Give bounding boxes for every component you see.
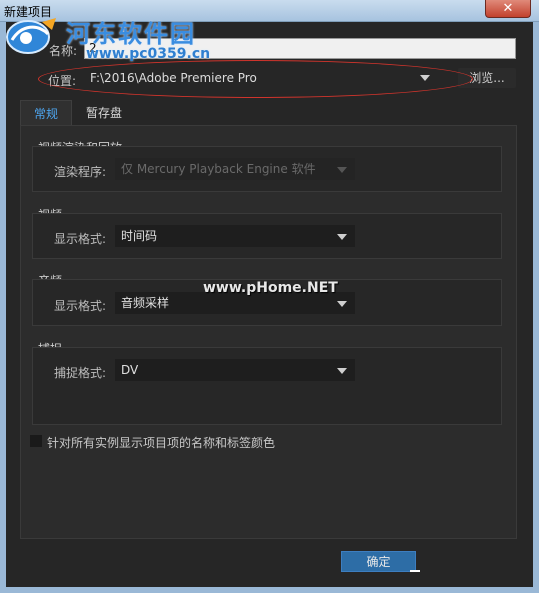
tab-general[interactable]: 常规 [20, 100, 72, 126]
watermark-site-name: 河东软件园 [66, 19, 196, 48]
renderer-value: 仅 Mercury Playback Engine 软件 [121, 162, 316, 176]
watermark-phome: www.pHome.NET [203, 280, 338, 296]
video-display-format-label: 显示格式: [54, 232, 107, 246]
video-display-format-select[interactable]: 时间码 [115, 225, 355, 247]
annotation-ellipse [38, 60, 473, 98]
text-cursor [410, 570, 420, 572]
capture-format-select[interactable]: DV [115, 359, 355, 381]
chevron-down-icon [337, 167, 347, 173]
ok-button[interactable]: 确定 [341, 551, 416, 572]
capture-format-label: 捕捉格式: [54, 366, 107, 380]
capture-format-value: DV [121, 363, 139, 377]
window-frame-bottom [0, 587, 539, 593]
renderer-label: 渲染程序: [54, 165, 107, 179]
video-display-format-value: 时间码 [121, 229, 158, 243]
show-label-colors-label: 针对所有实例显示项目项的名称和标签颜色 [47, 436, 276, 450]
chevron-down-icon [337, 368, 347, 374]
watermark-site-url: www.pc0359.cn [86, 46, 211, 62]
window-frame-right [533, 22, 539, 593]
close-button[interactable]: ✕ [485, 0, 531, 18]
tab-scratch-disks[interactable]: 暂存盘 [74, 100, 134, 126]
audio-display-format-label: 显示格式: [54, 299, 107, 313]
show-label-colors-checkbox[interactable] [30, 435, 42, 447]
audio-display-format-value: 音频采样 [121, 296, 170, 310]
hedong-logo-icon [6, 18, 56, 54]
chevron-down-icon [337, 301, 347, 307]
renderer-select[interactable]: 仅 Mercury Playback Engine 软件 [115, 158, 355, 180]
chevron-down-icon [337, 234, 347, 240]
